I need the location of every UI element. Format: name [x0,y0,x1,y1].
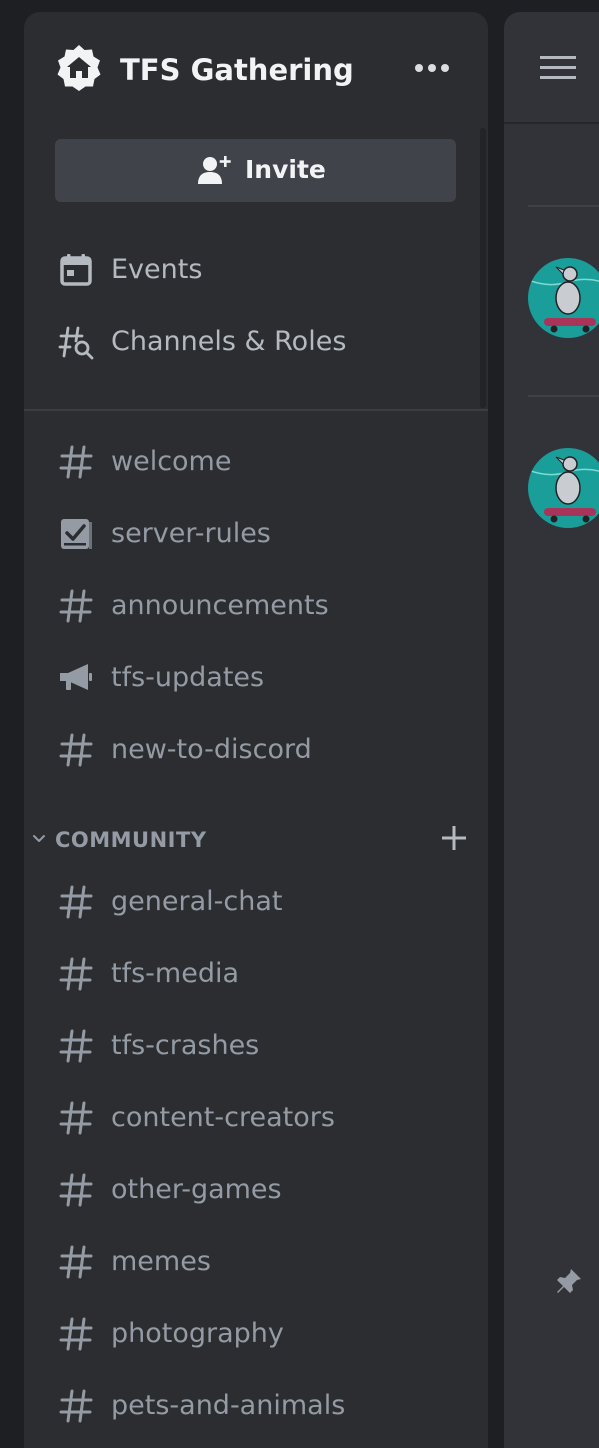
channel-new-to-discord[interactable]: new-to-discord [54,720,474,780]
channel-label: photography [111,1318,284,1349]
category-community[interactable]: COMMUNITY [32,820,472,860]
pin-icon[interactable] [554,1266,584,1296]
section-divider [24,409,488,411]
home-icon [57,45,101,91]
channel-announcements[interactable]: announcements [54,576,474,636]
server-header[interactable]: TFS Gathering [24,12,488,128]
channel-label: tfs-updates [111,662,265,693]
main-header [504,12,599,124]
channel-photography[interactable]: photography [54,1304,474,1364]
chevron-down-icon [33,835,45,842]
category-label: COMMUNITY [55,828,207,852]
channel-memes[interactable]: memes [54,1232,474,1292]
server-name: TFS Gathering [120,53,354,87]
message-divider [528,205,599,207]
more-options-icon[interactable] [412,54,452,82]
hash-icon [59,445,93,479]
hash-icon [59,1173,93,1207]
channel-browse-icon [58,326,94,360]
channel-label: other-games [111,1174,282,1205]
channel-pets-and-animals[interactable]: pets-and-animals [54,1376,474,1436]
calendar-icon [60,254,92,286]
hash-icon [59,589,93,623]
main-content-panel [504,12,599,1448]
channel-server-rules[interactable]: server-rules [54,504,474,564]
channel-tfs-media[interactable]: tfs-media [54,944,474,1004]
channel-label: pets-and-animals [111,1390,346,1421]
hash-icon [59,885,93,919]
rules-icon [61,519,92,549]
channel-label: tfs-media [111,958,239,989]
channel-label: general-chat [111,886,283,917]
user-avatar[interactable] [528,448,599,528]
message-divider [528,395,599,397]
skateboarding-bird-avatar [528,448,599,528]
channel-label: memes [111,1246,211,1277]
channels-roles-label: Channels & Roles [111,326,347,357]
invite-button[interactable]: Invite [55,139,456,202]
channel-content-creators[interactable]: content-creators [54,1088,474,1148]
channel-welcome[interactable]: welcome [54,432,474,492]
channel-label: welcome [111,446,232,477]
invite-label: Invite [245,155,326,184]
hash-icon [59,1029,93,1063]
events-item[interactable]: Events [54,242,474,298]
channel-label: announcements [111,590,329,621]
channel-label: new-to-discord [111,734,312,765]
hash-icon [59,1101,93,1135]
add-user-icon [198,156,231,184]
channel-label: tfs-crashes [111,1030,260,1061]
channels-roles-item[interactable]: Channels & Roles [54,314,474,370]
hamburger-menu-icon[interactable] [540,54,578,82]
add-channel-icon[interactable] [440,824,468,852]
channel-tfs-crashes[interactable]: tfs-crashes [54,1016,474,1076]
hash-icon [59,1389,93,1423]
megaphone-icon [60,664,92,690]
channel-label: server-rules [111,518,271,549]
events-label: Events [111,254,203,285]
channel-tfs-updates[interactable]: tfs-updates [54,648,474,708]
hash-icon [59,1245,93,1279]
channel-sidebar: TFS Gathering Invite Events Channels & R… [24,12,488,1448]
skateboarding-bird-avatar [528,258,599,338]
hash-icon [59,733,93,767]
hash-icon [59,957,93,991]
user-avatar[interactable] [528,258,599,338]
channel-label: content-creators [111,1102,335,1133]
channel-general-chat[interactable]: general-chat [54,872,474,932]
hash-icon [59,1317,93,1351]
discord-app: TFS Gathering Invite Events Channels & R… [0,0,599,1448]
channel-other-games[interactable]: other-games [54,1160,474,1220]
scrollbar-track[interactable] [480,128,486,408]
